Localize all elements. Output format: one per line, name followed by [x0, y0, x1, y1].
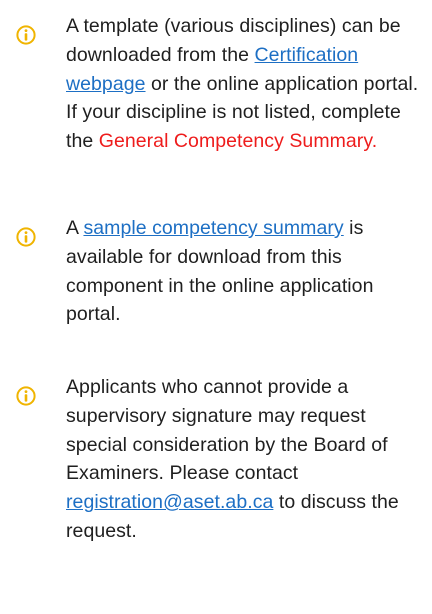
note-text: A sample competency summary is available… [66, 214, 428, 329]
note-text: A template (various disciplines) can be … [66, 12, 428, 156]
note-text-segment: A [66, 217, 84, 239]
info-icon [16, 386, 36, 406]
registration-email-link[interactable]: registration@aset.ab.ca [66, 491, 273, 513]
note-text: Applicants who cannot provide a supervis… [66, 373, 428, 546]
info-icon [16, 25, 36, 45]
sample-competency-summary-link[interactable]: sample competency summary [83, 217, 343, 239]
info-icon [16, 227, 36, 247]
general-competency-summary-emphasis: General Competency Summary. [98, 130, 378, 153]
note-text-segment: Applicants who cannot provide a supervis… [66, 376, 388, 485]
